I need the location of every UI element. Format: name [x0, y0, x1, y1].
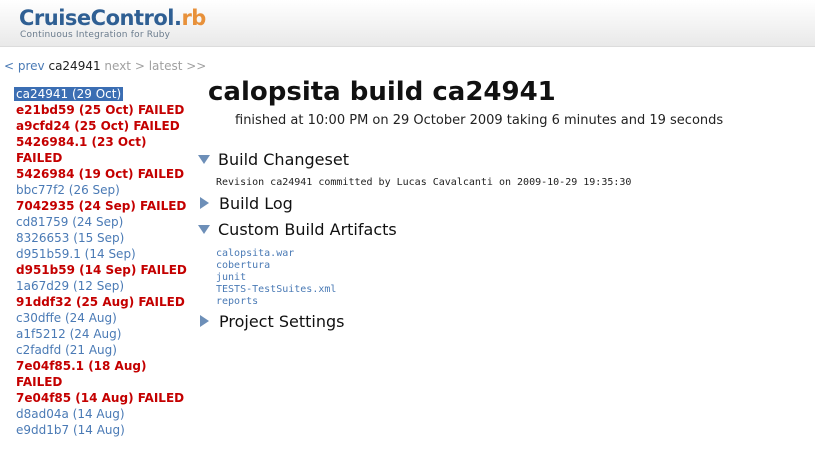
build-list-item[interactable]: FAILED	[16, 374, 196, 390]
tagline: Continuous Integration for Ruby	[20, 30, 171, 40]
build-list-item[interactable]: 5426984.1 (23 Oct)	[16, 134, 196, 150]
logo-main-text: CruiseControl.	[19, 6, 182, 30]
build-list-item[interactable]: 7e04f85 (14 Aug) FAILED	[16, 390, 196, 406]
build-link[interactable]: bbc77f2 (26 Sep)	[16, 183, 120, 197]
build-finished-info: finished at 10:00 PM on 29 October 2009 …	[235, 113, 724, 128]
artifact-link[interactable]: calopsita.war	[216, 248, 336, 260]
artifact-link[interactable]: junit	[216, 272, 336, 284]
triangle-right-icon[interactable]	[200, 315, 209, 327]
build-link[interactable]: d8ad04a (14 Aug)	[16, 407, 125, 421]
build-link[interactable]: a1f5212 (24 Aug)	[16, 327, 121, 341]
artifact-link[interactable]: cobertura	[216, 260, 336, 272]
build-link[interactable]: ca24941 (29 Oct)	[14, 87, 124, 101]
build-list-item[interactable]: cd81759 (24 Sep)	[16, 214, 196, 230]
build-link[interactable]: 8326653 (15 Sep)	[16, 231, 124, 245]
build-list-item[interactable]: 91ddf32 (25 Aug) FAILED	[16, 294, 196, 310]
section-label: Build Log	[219, 194, 293, 213]
build-link[interactable]: 7042935 (24 Sep) FAILED	[16, 199, 186, 213]
build-list-item[interactable]: e21bd59 (25 Oct) FAILED	[16, 102, 196, 118]
section-label: Build Changeset	[218, 150, 349, 169]
section-custom-build-artifacts[interactable]: Custom Build Artifacts	[198, 220, 397, 240]
build-link[interactable]: 91ddf32 (25 Aug) FAILED	[16, 295, 185, 309]
build-list-item[interactable]: 5426984 (19 Oct) FAILED	[16, 166, 196, 182]
build-list: ca24941 (29 Oct) e21bd59 (25 Oct) FAILED a…	[14, 86, 196, 438]
build-link[interactable]: d951b59.1 (14 Sep)	[16, 247, 136, 261]
build-list-item[interactable]: d951b59 (14 Sep) FAILED	[16, 262, 196, 278]
build-list-item[interactable]: a9cfd24 (25 Oct) FAILED	[16, 118, 196, 134]
build-link[interactable]: 5426984 (19 Oct) FAILED	[16, 167, 184, 181]
build-link[interactable]: e21bd59 (25 Oct) FAILED	[16, 103, 184, 117]
artifact-link[interactable]: reports	[216, 296, 336, 308]
build-link[interactable]: FAILED	[16, 151, 62, 165]
next-link: next >	[104, 59, 145, 73]
section-project-settings[interactable]: Project Settings	[198, 312, 344, 332]
build-link[interactable]: a9cfd24 (25 Oct) FAILED	[16, 119, 180, 133]
build-link[interactable]: 7e04f85 (14 Aug) FAILED	[16, 391, 184, 405]
build-link[interactable]: 7e04f85.1 (18 Aug)	[16, 359, 146, 373]
build-link[interactable]: d951b59 (14 Sep) FAILED	[16, 263, 187, 277]
latest-link: latest >>	[148, 59, 207, 73]
triangle-right-icon[interactable]	[200, 197, 209, 209]
artifact-link[interactable]: TESTS-TestSuites.xml	[216, 284, 336, 296]
prev-link[interactable]: < prev	[4, 59, 45, 73]
build-link[interactable]: e9dd1b7 (14 Aug)	[16, 423, 125, 437]
header: CruiseControl.rb Continuous Integration …	[0, 0, 815, 47]
build-list-item[interactable]: e9dd1b7 (14 Aug)	[16, 422, 196, 438]
build-list-item[interactable]: ca24941 (29 Oct)	[14, 86, 196, 102]
build-list-item[interactable]: FAILED	[16, 150, 196, 166]
build-link[interactable]: c2fadfd (21 Aug)	[16, 343, 117, 357]
build-list-item[interactable]: bbc77f2 (26 Sep)	[16, 182, 196, 198]
build-link[interactable]: cd81759 (24 Sep)	[16, 215, 123, 229]
build-link[interactable]: c30dffe (24 Aug)	[16, 311, 117, 325]
logo-rb-text: rb	[181, 6, 206, 30]
section-build-log[interactable]: Build Log	[198, 194, 293, 214]
build-link[interactable]: FAILED	[16, 375, 62, 389]
logo[interactable]: CruiseControl.rb	[19, 6, 206, 30]
build-navigation: < prev ca24941 next > latest >>	[4, 59, 206, 74]
section-label: Project Settings	[219, 312, 345, 331]
build-list-item[interactable]: c2fadfd (21 Aug)	[16, 342, 196, 358]
triangle-down-icon[interactable]	[198, 154, 210, 164]
section-build-changeset[interactable]: Build Changeset	[198, 150, 349, 170]
build-link[interactable]: 1a67d29 (12 Sep)	[16, 279, 124, 293]
build-list-item[interactable]: 1a67d29 (12 Sep)	[16, 278, 196, 294]
page-title: calopsita build ca24941	[208, 77, 556, 107]
build-list-item[interactable]: 8326653 (15 Sep)	[16, 230, 196, 246]
triangle-down-icon[interactable]	[198, 224, 210, 234]
build-list-item[interactable]: 7e04f85.1 (18 Aug)	[16, 358, 196, 374]
artifact-list: calopsita.war cobertura junit TESTS-TestSui…	[216, 248, 336, 308]
build-list-item[interactable]: d8ad04a (14 Aug)	[16, 406, 196, 422]
section-label: Custom Build Artifacts	[218, 220, 397, 239]
revision-info: Revision ca24941 committed by Lucas Cava…	[216, 177, 632, 188]
current-build-label: ca24941	[48, 59, 101, 73]
build-list-item[interactable]: d951b59.1 (14 Sep)	[16, 246, 196, 262]
build-list-item[interactable]: c30dffe (24 Aug)	[16, 310, 196, 326]
build-list-item[interactable]: 7042935 (24 Sep) FAILED	[16, 198, 196, 214]
build-link[interactable]: 5426984.1 (23 Oct)	[16, 135, 146, 149]
build-list-item[interactable]: a1f5212 (24 Aug)	[16, 326, 196, 342]
